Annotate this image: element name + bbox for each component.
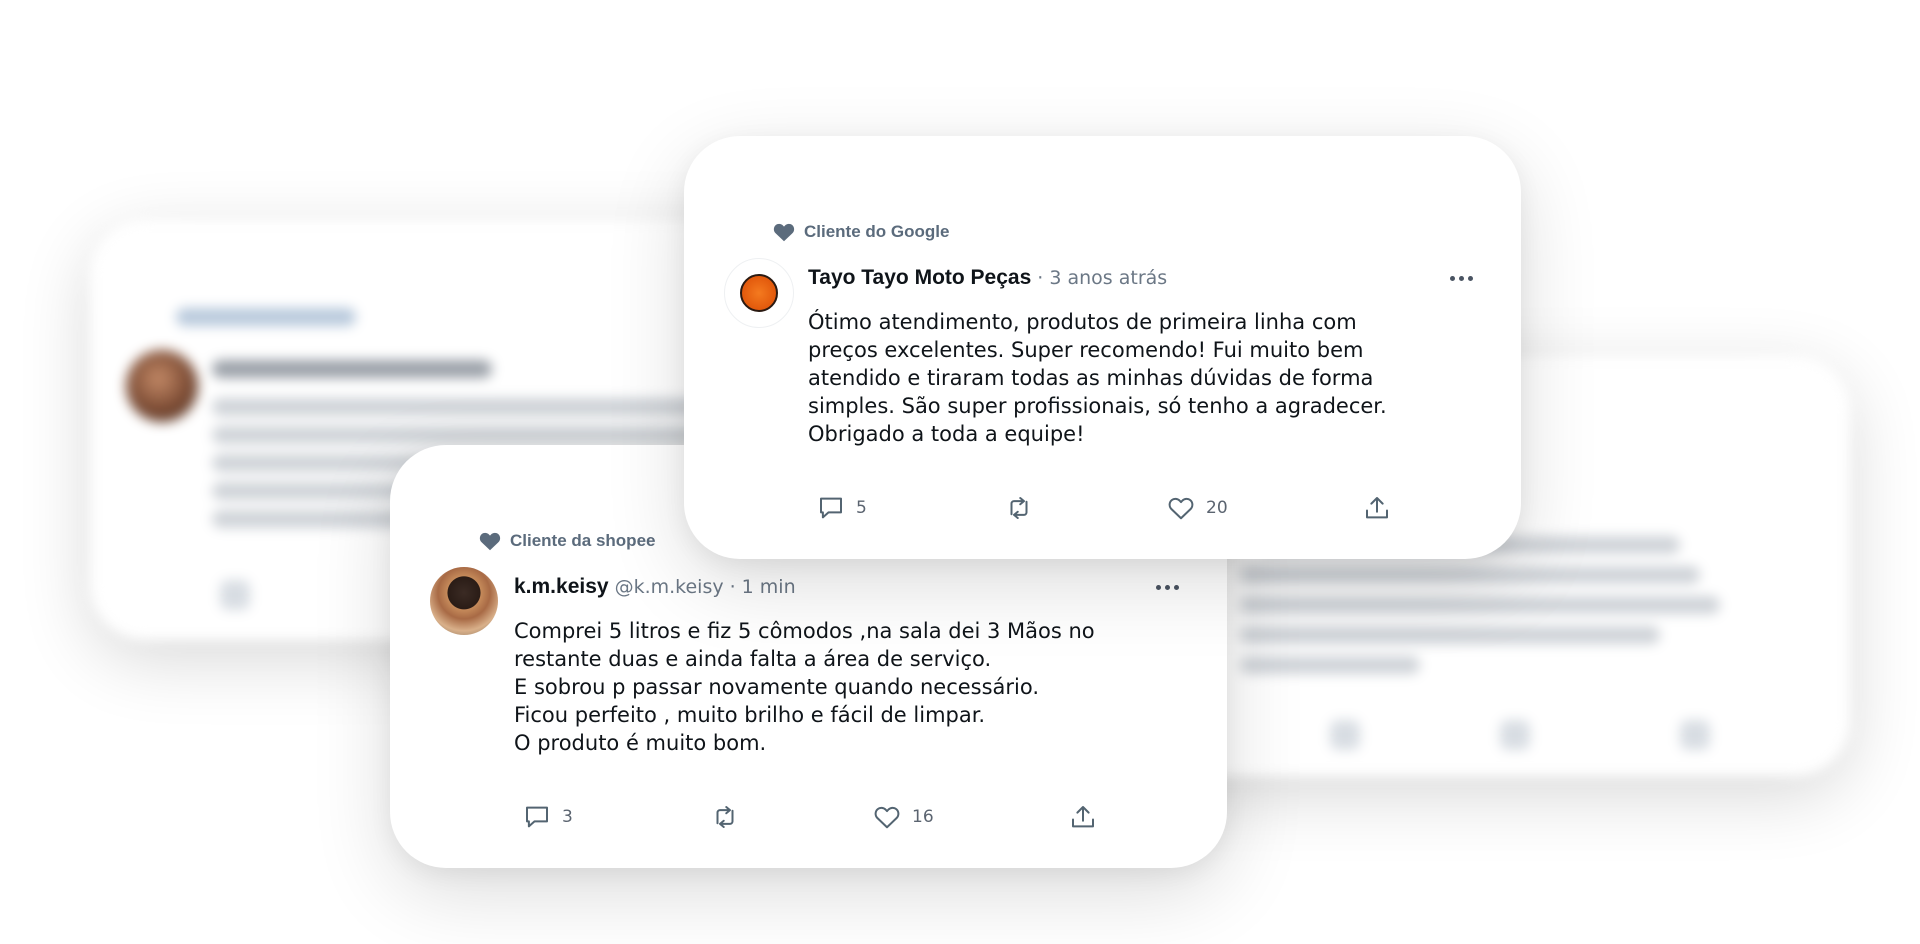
comment-icon (820, 497, 842, 519)
share-button[interactable] (1068, 802, 1098, 832)
blurred-action-icon (220, 580, 250, 610)
retweet-button[interactable] (710, 802, 872, 832)
retweet-button[interactable] (1004, 493, 1166, 523)
retweet-icon (1010, 497, 1028, 519)
review-text: Ótimo atendimento, produtos de primeira … (808, 310, 1387, 446)
share-button[interactable] (1362, 493, 1392, 523)
review-source-label: Cliente do Google (804, 222, 950, 241)
blurred-header-line (212, 360, 492, 378)
like-button[interactable]: 16 (872, 802, 1068, 832)
review-header: k.m.keisy @k.m.keisy · 1 min (514, 575, 796, 599)
orange-logo-avatar[interactable] (724, 258, 794, 328)
reply-button[interactable]: 5 (816, 493, 1004, 523)
review-card-google: Cliente do Google Tayo Tayo Moto Peças ·… (684, 136, 1521, 559)
review-header: Tayo Tayo Moto Peças · 3 anos atrás (808, 266, 1167, 290)
blurred-text-line (1240, 596, 1720, 614)
review-source-label: Cliente da shopee (510, 531, 656, 550)
reply-button[interactable]: 3 (522, 802, 710, 832)
comment-icon (526, 806, 548, 828)
share-icon (1072, 806, 1094, 828)
blurred-text-line (1240, 566, 1700, 584)
blurred-source-tag (176, 308, 356, 326)
blurred-text-line (212, 426, 742, 444)
like-count: 20 (1206, 498, 1228, 518)
user-photo-avatar[interactable] (430, 567, 498, 635)
author-name[interactable]: Tayo Tayo Moto Peças (808, 266, 1031, 290)
more-options-icon[interactable] (1156, 585, 1179, 590)
author-handle[interactable]: @k.m.keisy (615, 576, 724, 598)
brand-logo (740, 274, 778, 312)
review-time: 1 min (741, 576, 796, 598)
testimonial-stage: Cliente da shopee k.m.keisy @k.m.keisy ·… (0, 0, 1920, 944)
review-source: Cliente da shopee (478, 529, 655, 553)
blurred-text-line (1240, 656, 1420, 674)
review-source: Cliente do Google (772, 220, 949, 244)
blurred-action-icon (1330, 720, 1360, 750)
like-count: 16 (912, 807, 934, 827)
heart-icon (773, 223, 795, 242)
more-options-icon[interactable] (1450, 276, 1473, 281)
review-actions: 5 20 (816, 493, 1392, 523)
like-button[interactable]: 20 (1166, 493, 1362, 523)
blurred-avatar (126, 350, 198, 422)
heart-icon (479, 532, 501, 551)
blurred-text-line (1240, 626, 1660, 644)
blurred-action-icon (1680, 720, 1710, 750)
retweet-icon (716, 806, 734, 828)
review-text: Comprei 5 litros e fiz 5 cômodos ,na sal… (514, 619, 1095, 755)
reply-count: 3 (562, 807, 573, 827)
review-time: · 3 anos atrás (1037, 267, 1168, 289)
author-name[interactable]: k.m.keisy (514, 575, 609, 599)
heart-outline-icon (874, 806, 900, 829)
share-icon (1366, 497, 1388, 519)
review-actions: 3 16 (522, 802, 1098, 832)
heart-outline-icon (1168, 497, 1194, 520)
blurred-action-icon (1500, 720, 1530, 750)
reply-count: 5 (856, 498, 867, 518)
meta-separator: · (729, 576, 736, 598)
